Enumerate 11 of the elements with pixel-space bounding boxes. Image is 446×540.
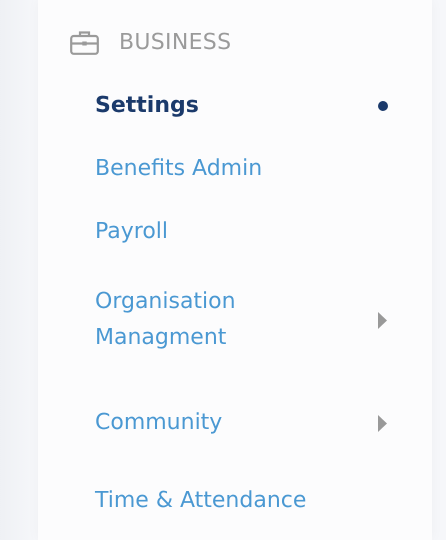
section-title: BUSINESS	[119, 28, 232, 56]
sidebar-link[interactable]: Community	[95, 405, 222, 441]
sidebar-link[interactable]: Payroll	[95, 214, 168, 250]
expand-arrow-icon[interactable]	[378, 312, 387, 328]
sidebar-link[interactable]: Time & Attendance	[95, 483, 306, 519]
active-dot-icon	[378, 101, 388, 111]
briefcase-icon	[70, 30, 99, 54]
sidebar-link[interactable]: Benefits Admin	[95, 151, 262, 187]
sidebar-link[interactable]: Settings	[95, 88, 199, 124]
sidebar-link[interactable]: Organisation Managment	[95, 284, 335, 356]
expand-arrow-icon[interactable]	[378, 414, 387, 432]
